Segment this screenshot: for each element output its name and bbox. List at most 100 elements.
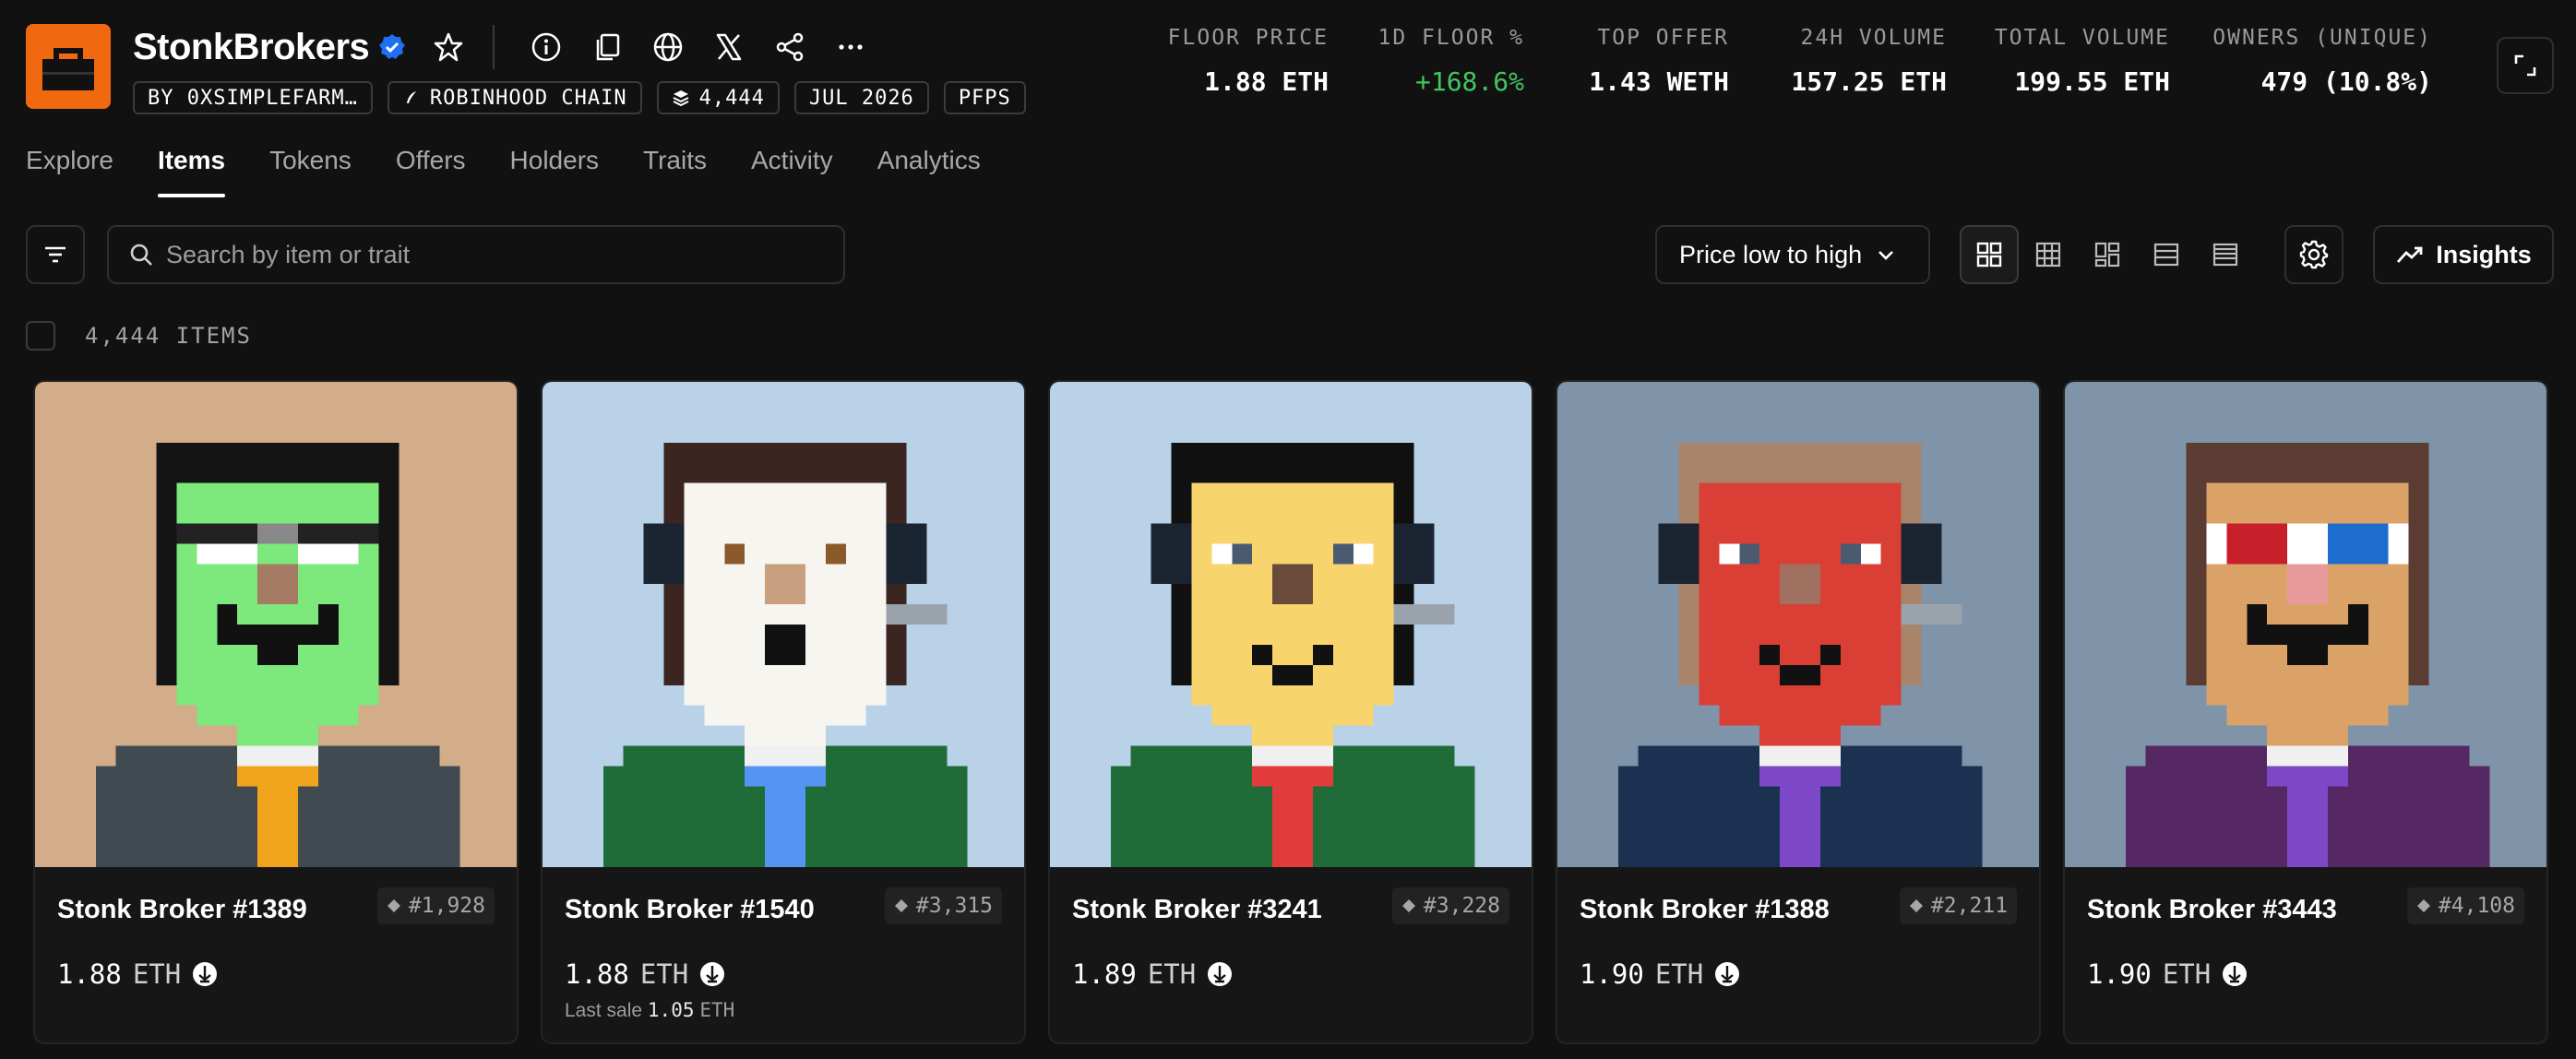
search-input[interactable] bbox=[166, 240, 812, 269]
tab-holders[interactable]: Holders bbox=[510, 146, 599, 197]
rarity-rank: #1,928 bbox=[408, 894, 485, 918]
share-icon[interactable] bbox=[771, 29, 808, 65]
tab-traits[interactable]: Traits bbox=[643, 146, 707, 197]
avatar-eye bbox=[825, 543, 846, 565]
item-price: 1.90 ETH bbox=[2087, 958, 2524, 990]
stat-total-volume[interactable]: TOTAL VOLUME 199.55 ETH bbox=[1974, 26, 2170, 97]
tab-analytics[interactable]: Analytics bbox=[877, 146, 981, 197]
avatar-pupil bbox=[1332, 543, 1354, 565]
collection-tabs: Explore Items Tokens Offers Holders Trai… bbox=[26, 146, 981, 197]
avatar-chin bbox=[197, 705, 359, 726]
settings-button[interactable] bbox=[2284, 225, 2343, 284]
stat-1d-floor-change[interactable]: 1D FLOOR % +168.6% bbox=[1356, 26, 1524, 97]
item-image bbox=[543, 382, 1024, 867]
stat-top-offer[interactable]: TOP OFFER 1.43 WETH bbox=[1554, 26, 1729, 97]
tab-tokens[interactable]: Tokens bbox=[269, 146, 352, 197]
info-icon[interactable] bbox=[528, 29, 565, 65]
avatar-chin bbox=[2226, 705, 2389, 726]
view-large-grid-button[interactable] bbox=[1960, 225, 2019, 284]
avatar-pupil bbox=[1739, 543, 1760, 565]
item-card[interactable]: Stonk Broker #3241 #3,228 1.89 ETH bbox=[1048, 380, 1533, 1044]
item-card[interactable]: Stonk Broker #1389 #1,928 1.88 ETH bbox=[33, 380, 519, 1044]
supply-chip[interactable]: 4,444 bbox=[656, 81, 780, 114]
sort-dropdown[interactable]: Price low to high bbox=[1655, 225, 1930, 284]
marketplace-icon bbox=[2223, 962, 2248, 986]
expand-button[interactable] bbox=[2497, 37, 2554, 94]
created-date-chip-label: JUL 2026 bbox=[808, 86, 914, 110]
avatar-mouth bbox=[2287, 644, 2328, 665]
stat-floor-price[interactable]: FLOOR PRICE 1.88 ETH bbox=[1153, 26, 1329, 97]
created-date-chip[interactable]: JUL 2026 bbox=[793, 81, 929, 114]
avatar-3d-lens bbox=[2226, 523, 2288, 565]
item-price: 1.88 ETH bbox=[57, 958, 495, 990]
creator-chip[interactable]: BY 0XSIMPLEFARM… bbox=[133, 81, 373, 114]
price-unit: ETH bbox=[132, 958, 182, 990]
select-all-checkbox[interactable] bbox=[26, 321, 55, 351]
price-unit: ETH bbox=[2162, 958, 2212, 990]
stat-label: TOTAL VOLUME bbox=[1994, 26, 2170, 50]
avatar-eye bbox=[297, 543, 359, 565]
category-chip[interactable]: PFPS bbox=[943, 81, 1026, 114]
avatar-chin bbox=[1211, 705, 1374, 726]
stat-label: TOP OFFER bbox=[1597, 26, 1729, 50]
tab-activity[interactable]: Activity bbox=[751, 146, 833, 197]
view-masonry-button[interactable] bbox=[2078, 225, 2137, 284]
tab-items[interactable]: Items bbox=[157, 146, 226, 197]
last-sale-unit: ETH bbox=[699, 999, 735, 1021]
view-small-grid-button[interactable] bbox=[2019, 225, 2078, 284]
rarity-diamond-icon bbox=[1909, 899, 1923, 912]
view-list-button[interactable] bbox=[2137, 225, 2196, 284]
item-card[interactable]: Stonk Broker #3443 #4,108 1.90 ETH bbox=[2063, 380, 2548, 1044]
insights-button[interactable]: Insights bbox=[2373, 225, 2554, 284]
avatar-tie-knot bbox=[1759, 766, 1841, 787]
rarity-rank-badge: #1,928 bbox=[376, 887, 495, 924]
avatar-headset-mic bbox=[1901, 604, 1962, 625]
stat-owners[interactable]: OWNERS (UNIQUE) 479 (10.8%) bbox=[2196, 26, 2432, 97]
items-grid: Stonk Broker #1389 #1,928 1.88 ETH Stonk… bbox=[33, 380, 2548, 1044]
chevron-down-icon bbox=[1878, 251, 1894, 260]
item-card[interactable]: Stonk Broker #1540 #3,315 1.88 ETH Last … bbox=[541, 380, 1026, 1044]
copy-contract-icon[interactable] bbox=[589, 29, 626, 65]
view-mode-switcher bbox=[1960, 225, 2255, 284]
item-image bbox=[1050, 382, 1532, 867]
avatar-mouth bbox=[317, 604, 339, 645]
website-globe-icon[interactable] bbox=[650, 29, 686, 65]
stat-24h-volume[interactable]: 24H VOLUME 157.25 ETH bbox=[1755, 26, 1947, 97]
avatar-mouth bbox=[217, 604, 238, 645]
avatar-headset-ear bbox=[1658, 523, 1699, 585]
pixel-avatar bbox=[1557, 382, 2039, 867]
category-chip-label: PFPS bbox=[958, 86, 1011, 110]
item-image bbox=[1557, 382, 2039, 867]
stat-value: 157.25 ETH bbox=[1791, 66, 1947, 97]
filter-icon bbox=[45, 246, 66, 263]
price-unit: ETH bbox=[1654, 958, 1704, 990]
item-image bbox=[35, 382, 517, 867]
list-icon bbox=[2153, 243, 2179, 267]
avatar-pupil bbox=[1840, 543, 1861, 565]
collection-chips: BY 0XSIMPLEFARM… ROBINHOOD CHAIN 4,444 J… bbox=[133, 81, 1026, 114]
header-divider bbox=[493, 25, 495, 69]
favorite-star-icon[interactable] bbox=[430, 29, 467, 65]
marketplace-icon bbox=[193, 962, 218, 986]
tab-explore[interactable]: Explore bbox=[26, 146, 113, 197]
item-card[interactable]: Stonk Broker #1388 #2,211 1.90 ETH bbox=[1556, 380, 2041, 1044]
chain-chip[interactable]: ROBINHOOD CHAIN bbox=[387, 81, 642, 114]
tab-offers[interactable]: Offers bbox=[396, 146, 466, 197]
view-table-button[interactable] bbox=[2196, 225, 2255, 284]
rarity-rank: #2,211 bbox=[1930, 894, 2008, 918]
feather-icon bbox=[406, 91, 416, 103]
price-value: 1.90 bbox=[1580, 958, 1644, 990]
stat-value: 1.88 ETH bbox=[1204, 66, 1329, 97]
avatar-headset-ear bbox=[1151, 523, 1192, 585]
avatar-tie-knot bbox=[2267, 766, 2348, 787]
more-options-icon[interactable] bbox=[832, 29, 869, 65]
x-twitter-icon[interactable] bbox=[710, 29, 747, 65]
avatar-chin bbox=[704, 705, 866, 726]
avatar-headset-ear bbox=[643, 523, 685, 585]
avatar-tie-knot bbox=[237, 766, 318, 787]
verified-badge-icon bbox=[379, 34, 406, 59]
filter-button[interactable] bbox=[26, 225, 85, 284]
avatar-mouth bbox=[1312, 644, 1333, 665]
avatar-mouth bbox=[1252, 644, 1273, 665]
sort-label: Price low to high bbox=[1679, 240, 1863, 268]
